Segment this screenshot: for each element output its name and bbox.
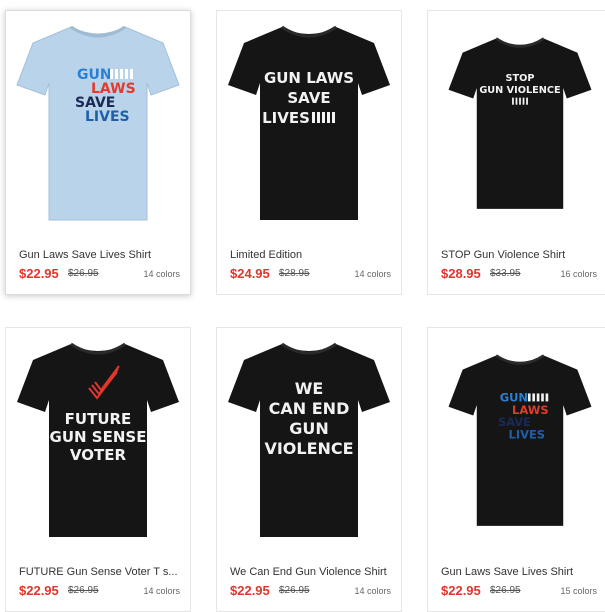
product-colors: 14 colors [354,269,391,279]
product-old-price: $28.95 [279,268,310,279]
product-image[interactable]: STOP GUN VIOLENCE [428,11,605,239]
product-card[interactable]: FUTURE GUN SENSE VOTER FUTURE Gun Sense … [5,327,191,612]
print-line: GUN VIOLENCE [479,85,560,96]
product-card[interactable]: WE CAN END GUN VIOLENCE We Can End Gun V… [216,327,402,612]
print-line: SAVE [287,89,330,107]
print-line: LIVES [509,427,546,441]
print-line: FUTURE [65,410,132,428]
product-old-price: $33.95 [490,268,521,279]
product-title[interactable]: FUTURE Gun Sense Voter T s... [19,566,189,578]
print-line: VIOLENCE [264,439,353,458]
tshirt-image: GUN LAWS SAVE LIVES [448,354,592,526]
product-title[interactable]: STOP Gun Violence Shirt [441,249,605,261]
product-title[interactable]: Gun Laws Save Lives Shirt [19,249,189,261]
product-card[interactable]: STOP GUN VIOLENCE STOP Gun Violence Shir… [427,10,605,295]
product-price: $28.95 [441,266,481,281]
product-old-price: $26.95 [279,585,310,596]
product-colors: 14 colors [143,269,180,279]
product-card[interactable]: GUN LAWS SAVE LIVES Gun Laws Save Lives … [427,327,605,612]
product-title[interactable]: We Can End Gun Violence Shirt [230,566,400,578]
tshirt-image: FUTURE GUN SENSE VOTER [17,342,179,537]
tshirt-image: WE CAN END GUN VIOLENCE [228,342,390,537]
print-line: VOTER [70,446,127,464]
product-colors: 14 colors [354,586,391,596]
product-image[interactable]: FUTURE GUN SENSE VOTER [6,328,190,556]
product-image[interactable]: GUN LAWS SAVE LIVES [428,328,605,556]
print-line: GUN LAWS [264,69,354,87]
product-colors: 14 colors [143,586,180,596]
product-image[interactable]: WE CAN END GUN VIOLENCE [217,328,401,556]
product-old-price: $26.95 [490,585,521,596]
product-colors: 15 colors [560,586,597,596]
print-line: LIVES [85,109,130,125]
product-card[interactable]: GUN LAWS SAVE LIVES Gun Laws Save Lives … [5,10,191,295]
product-price: $24.95 [230,266,270,281]
product-card[interactable]: GUN LAWS SAVE LIVES Limited Edition $24.… [216,10,402,295]
tshirt-image: STOP GUN VIOLENCE [448,37,592,209]
print-line: CAN END [269,399,350,418]
print-line: GUN [289,419,329,438]
product-image[interactable]: GUN LAWS SAVE LIVES [6,11,190,239]
product-old-price: $26.95 [68,268,99,279]
print-line: GUN SENSE [50,428,147,446]
product-price: $22.95 [441,583,481,598]
print-line: LIVES [262,109,310,127]
tshirt-image: GUN LAWS SAVE LIVES [228,25,390,220]
product-old-price: $26.95 [68,585,99,596]
product-price: $22.95 [19,266,59,281]
tshirt-image: GUN LAWS SAVE LIVES [16,25,180,221]
product-title[interactable]: Limited Edition [230,249,400,261]
product-colors: 16 colors [560,269,597,279]
print-line: WE [295,379,324,398]
print-line: STOP [506,73,535,84]
product-title[interactable]: Gun Laws Save Lives Shirt [441,566,605,578]
product-image[interactable]: GUN LAWS SAVE LIVES [217,11,401,239]
product-price: $22.95 [230,583,270,598]
product-price: $22.95 [19,583,59,598]
